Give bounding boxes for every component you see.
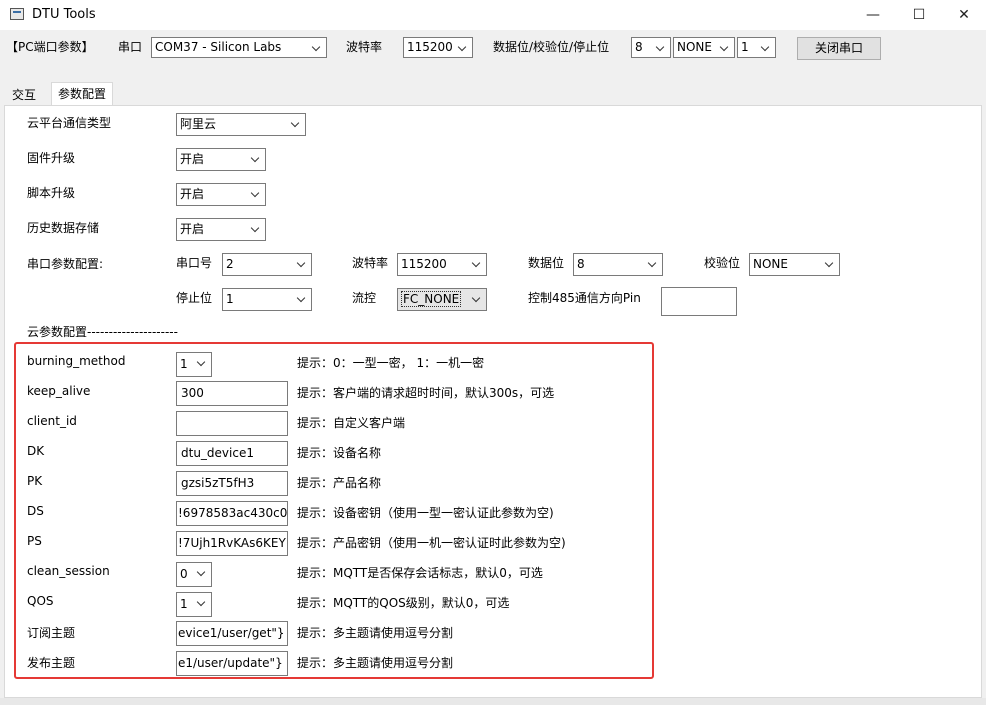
script-upgrade-select-value: 开启 <box>180 187 205 201</box>
uart-baud-select-value: 115200 <box>401 257 447 271</box>
parity-select-value: NONE <box>677 40 712 54</box>
bottom-edge <box>0 698 986 705</box>
platform-select-value: 阿里云 <box>180 117 217 131</box>
uart-stop-label: 停止位 <box>176 291 213 305</box>
uart-stop-select[interactable]: 1 <box>222 288 312 311</box>
uart-databits-select-value: 8 <box>577 257 585 271</box>
bits-label: 数据位/校验位/停止位 <box>493 40 610 54</box>
app-icon <box>10 8 24 20</box>
close-icon[interactable]: ✕ <box>941 0 986 30</box>
stopbits-select-value: 1 <box>741 40 749 54</box>
baud-select[interactable]: 115200 <box>403 37 473 58</box>
pc-port-section-label: 【PC端口参数】 <box>6 40 94 54</box>
port-select-value: COM37 - Silicon Labs CP2 <box>155 40 282 54</box>
tab-param-config[interactable]: 参数配置 <box>51 82 114 106</box>
uart-no-select-value: 2 <box>226 257 234 271</box>
uart-parity-select-value: NONE <box>753 257 788 271</box>
parity-select[interactable]: NONE <box>673 37 735 58</box>
uart-flow-select-value: FC_NONE <box>401 291 462 307</box>
cloud-params-highlight <box>14 342 654 679</box>
stopbits-select[interactable]: 1 <box>737 37 776 58</box>
platform-select[interactable]: 阿里云 <box>176 113 306 136</box>
uart-parity-select[interactable]: NONE <box>749 253 840 276</box>
script-upgrade-label: 脚本升级 <box>27 186 76 200</box>
close-port-button[interactable]: 关闭串口 <box>797 37 881 60</box>
history-storage-select[interactable]: 开启 <box>176 218 266 241</box>
uart-flow-label: 流控 <box>352 291 377 305</box>
pin-label: 控制485通信方向Pin <box>528 291 641 305</box>
title-bar: DTU Tools — ☐ ✕ <box>0 0 986 30</box>
cloud-config-label: 云参数配置--------------------- <box>27 325 178 339</box>
script-upgrade-select[interactable]: 开启 <box>176 183 266 206</box>
platform-label: 云平台通信类型 <box>27 116 112 130</box>
databits-select-value: 8 <box>635 40 643 54</box>
port-select[interactable]: COM37 - Silicon Labs CP2 <box>151 37 327 58</box>
tab-interaction[interactable]: 交互 <box>6 84 42 106</box>
fw-upgrade-label: 固件升级 <box>27 151 76 165</box>
uart-baud-label: 波特率 <box>352 256 389 270</box>
uart-parity-label: 校验位 <box>704 256 741 270</box>
baud-select-value: 115200 <box>407 40 453 54</box>
uart-flow-select[interactable]: FC_NONE <box>397 288 487 311</box>
uart-no-select[interactable]: 2 <box>222 253 312 276</box>
port-label: 串口 <box>118 40 143 54</box>
fw-upgrade-select[interactable]: 开启 <box>176 148 266 171</box>
history-storage-label: 历史数据存储 <box>27 221 100 235</box>
pin-input[interactable] <box>661 287 737 316</box>
maximize-icon[interactable]: ☐ <box>896 0 942 30</box>
fw-upgrade-select-value: 开启 <box>180 152 205 166</box>
uart-databits-select[interactable]: 8 <box>573 253 663 276</box>
window-title: DTU Tools <box>32 7 96 22</box>
uart-databits-label: 数据位 <box>528 256 565 270</box>
uart-baud-select[interactable]: 115200 <box>397 253 487 276</box>
minimize-icon[interactable]: — <box>850 0 896 30</box>
history-storage-select-value: 开启 <box>180 222 205 236</box>
uart-no-label: 串口号 <box>176 256 213 270</box>
baud-label: 波特率 <box>346 40 383 54</box>
databits-select[interactable]: 8 <box>631 37 671 58</box>
serial-config-label: 串口参数配置: <box>27 257 104 271</box>
uart-stop-select-value: 1 <box>226 292 234 306</box>
